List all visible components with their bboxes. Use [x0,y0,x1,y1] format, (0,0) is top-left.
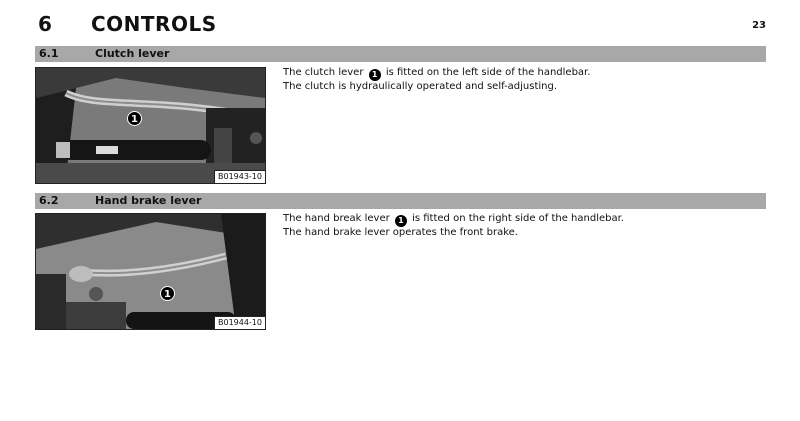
description-line: The hand brake lever operates the front … [283,227,518,238]
section-number: 6.1 [39,47,59,60]
callout-marker-inline: 1 [394,215,407,227]
description-line: The hand break lever 1 is fitted on the … [283,213,624,227]
callout-marker: 1 [127,111,142,126]
hand-brake-lever-illustration [36,214,265,329]
clutch-lever-photo: 1 B01943-10 [35,67,266,184]
description-line: The clutch is hydraulically operated and… [283,81,558,92]
description-line: The clutch lever 1 is fitted on the left… [283,67,590,81]
text-fragment: The hand break lever [283,213,390,224]
clutch-lever-illustration [36,68,265,183]
chapter-title: CONTROLS [91,12,217,36]
callout-marker-inline: 1 [368,69,381,81]
section-title: Clutch lever [95,47,170,60]
callout-marker: 1 [160,286,175,301]
section-header-hand-brake-lever: 6.2 Hand brake lever [35,193,766,209]
section-title: Hand brake lever [95,194,202,207]
text-fragment: The clutch lever [283,67,364,78]
chapter-number: 6 [38,12,52,36]
text-fragment: is fitted on the right side of the handl… [412,213,624,224]
section-number: 6.2 [39,194,59,207]
text-fragment: is fitted on the left side of the handle… [385,67,591,78]
clutch-lever-description: The clutch lever 1 is fitted on the left… [283,67,590,93]
hand-brake-lever-photo: 1 B01944-10 [35,213,266,330]
section-header-clutch-lever: 6.1 Clutch lever [35,46,766,62]
page-number: 23 [752,20,766,31]
hand-brake-lever-description: The hand break lever 1 is fitted on the … [283,213,624,239]
figure-code: B01944-10 [213,316,265,329]
figure-code: B01943-10 [213,170,265,183]
